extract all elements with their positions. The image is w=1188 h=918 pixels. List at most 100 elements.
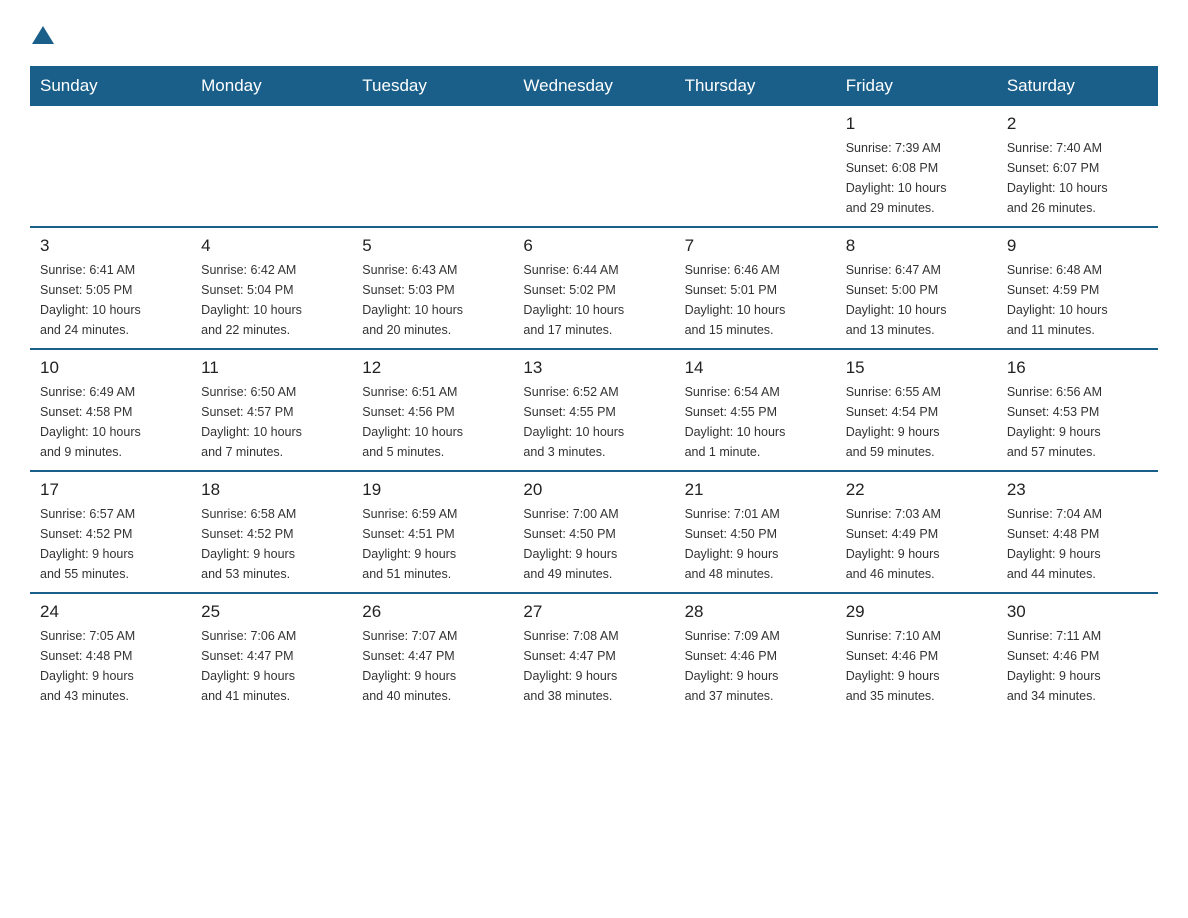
calendar-cell: 27 Sunrise: 7:08 AMSunset: 4:47 PMDayligh… — [513, 593, 674, 714]
calendar-cell: 10 Sunrise: 6:49 AMSunset: 4:58 PMDayligh… — [30, 349, 191, 471]
calendar-cell: 11 Sunrise: 6:50 AMSunset: 4:57 PMDayligh… — [191, 349, 352, 471]
day-number: 30 — [1007, 602, 1148, 622]
day-number: 19 — [362, 480, 503, 500]
calendar-cell: 15 Sunrise: 6:55 AMSunset: 4:54 PMDayligh… — [836, 349, 997, 471]
calendar-cell: 17 Sunrise: 6:57 AMSunset: 4:52 PMDayligh… — [30, 471, 191, 593]
day-number: 17 — [40, 480, 181, 500]
day-header-wednesday: Wednesday — [513, 66, 674, 106]
day-number: 27 — [523, 602, 664, 622]
calendar-cell: 13 Sunrise: 6:52 AMSunset: 4:55 PMDayligh… — [513, 349, 674, 471]
day-number: 18 — [201, 480, 342, 500]
header — [30, 20, 1158, 46]
day-info: Sunrise: 6:41 AMSunset: 5:05 PMDaylight:… — [40, 260, 181, 340]
day-number: 5 — [362, 236, 503, 256]
day-info: Sunrise: 6:44 AMSunset: 5:02 PMDaylight:… — [523, 260, 664, 340]
calendar-cell: 18 Sunrise: 6:58 AMSunset: 4:52 PMDayligh… — [191, 471, 352, 593]
calendar-header-row: SundayMondayTuesdayWednesdayThursdayFrid… — [30, 66, 1158, 106]
calendar-cell: 28 Sunrise: 7:09 AMSunset: 4:46 PMDayligh… — [675, 593, 836, 714]
day-info: Sunrise: 6:57 AMSunset: 4:52 PMDaylight:… — [40, 504, 181, 584]
day-number: 29 — [846, 602, 987, 622]
logo — [30, 20, 54, 46]
day-info: Sunrise: 6:46 AMSunset: 5:01 PMDaylight:… — [685, 260, 826, 340]
day-number: 10 — [40, 358, 181, 378]
day-number: 4 — [201, 236, 342, 256]
day-info: Sunrise: 6:51 AMSunset: 4:56 PMDaylight:… — [362, 382, 503, 462]
day-number: 23 — [1007, 480, 1148, 500]
day-number: 6 — [523, 236, 664, 256]
calendar-week-row: 24Sunrise: 7:05 AMSunset: 4:48 PMDayligh… — [30, 593, 1158, 714]
day-info: Sunrise: 7:05 AMSunset: 4:48 PMDaylight:… — [40, 626, 181, 706]
calendar-cell: 3 Sunrise: 6:41 AMSunset: 5:05 PMDaylight… — [30, 227, 191, 349]
calendar-cell: 16Sunrise: 6:56 AMSunset: 4:53 PMDayligh… — [997, 349, 1158, 471]
calendar-cell: 7 Sunrise: 6:46 AMSunset: 5:01 PMDaylight… — [675, 227, 836, 349]
day-number: 28 — [685, 602, 826, 622]
calendar-cell: 24Sunrise: 7:05 AMSunset: 4:48 PMDayligh… — [30, 593, 191, 714]
day-info: Sunrise: 7:04 AMSunset: 4:48 PMDaylight:… — [1007, 504, 1148, 584]
day-number: 26 — [362, 602, 503, 622]
day-info: Sunrise: 6:58 AMSunset: 4:52 PMDaylight:… — [201, 504, 342, 584]
day-info: Sunrise: 7:01 AMSunset: 4:50 PMDaylight:… — [685, 504, 826, 584]
calendar-cell — [30, 106, 191, 227]
day-number: 1 — [846, 114, 987, 134]
day-info: Sunrise: 7:07 AMSunset: 4:47 PMDaylight:… — [362, 626, 503, 706]
day-number: 22 — [846, 480, 987, 500]
calendar-cell — [352, 106, 513, 227]
day-header-sunday: Sunday — [30, 66, 191, 106]
calendar-week-row: 10 Sunrise: 6:49 AMSunset: 4:58 PMDayligh… — [30, 349, 1158, 471]
day-number: 25 — [201, 602, 342, 622]
calendar-cell: 29 Sunrise: 7:10 AMSunset: 4:46 PMDayligh… — [836, 593, 997, 714]
day-number: 7 — [685, 236, 826, 256]
calendar-cell — [675, 106, 836, 227]
day-number: 21 — [685, 480, 826, 500]
day-info: Sunrise: 7:39 AMSunset: 6:08 PMDaylight:… — [846, 138, 987, 218]
day-info: Sunrise: 6:59 AMSunset: 4:51 PMDaylight:… — [362, 504, 503, 584]
calendar-cell: 2 Sunrise: 7:40 AMSunset: 6:07 PMDaylight… — [997, 106, 1158, 227]
day-header-monday: Monday — [191, 66, 352, 106]
day-header-friday: Friday — [836, 66, 997, 106]
day-info: Sunrise: 6:43 AMSunset: 5:03 PMDaylight:… — [362, 260, 503, 340]
day-number: 15 — [846, 358, 987, 378]
calendar-cell: 30 Sunrise: 7:11 AMSunset: 4:46 PMDayligh… — [997, 593, 1158, 714]
calendar-cell: 22Sunrise: 7:03 AMSunset: 4:49 PMDayligh… — [836, 471, 997, 593]
day-info: Sunrise: 7:08 AMSunset: 4:47 PMDaylight:… — [523, 626, 664, 706]
day-info: Sunrise: 7:00 AMSunset: 4:50 PMDaylight:… — [523, 504, 664, 584]
day-info: Sunrise: 6:47 AMSunset: 5:00 PMDaylight:… — [846, 260, 987, 340]
calendar-week-row: 17 Sunrise: 6:57 AMSunset: 4:52 PMDayligh… — [30, 471, 1158, 593]
calendar-cell: 14 Sunrise: 6:54 AMSunset: 4:55 PMDayligh… — [675, 349, 836, 471]
day-info: Sunrise: 6:55 AMSunset: 4:54 PMDaylight:… — [846, 382, 987, 462]
calendar-cell: 12 Sunrise: 6:51 AMSunset: 4:56 PMDayligh… — [352, 349, 513, 471]
calendar-cell: 6 Sunrise: 6:44 AMSunset: 5:02 PMDaylight… — [513, 227, 674, 349]
day-info: Sunrise: 6:48 AMSunset: 4:59 PMDaylight:… — [1007, 260, 1148, 340]
calendar-week-row: 1 Sunrise: 7:39 AMSunset: 6:08 PMDaylight… — [30, 106, 1158, 227]
day-number: 13 — [523, 358, 664, 378]
calendar-cell: 23 Sunrise: 7:04 AMSunset: 4:48 PMDayligh… — [997, 471, 1158, 593]
day-info: Sunrise: 7:10 AMSunset: 4:46 PMDaylight:… — [846, 626, 987, 706]
day-info: Sunrise: 6:52 AMSunset: 4:55 PMDaylight:… — [523, 382, 664, 462]
day-number: 8 — [846, 236, 987, 256]
calendar-cell: 19 Sunrise: 6:59 AMSunset: 4:51 PMDayligh… — [352, 471, 513, 593]
calendar-cell: 20 Sunrise: 7:00 AMSunset: 4:50 PMDayligh… — [513, 471, 674, 593]
day-header-tuesday: Tuesday — [352, 66, 513, 106]
day-number: 12 — [362, 358, 503, 378]
day-number: 9 — [1007, 236, 1148, 256]
calendar-table: SundayMondayTuesdayWednesdayThursdayFrid… — [30, 66, 1158, 714]
calendar-cell: 4 Sunrise: 6:42 AMSunset: 5:04 PMDaylight… — [191, 227, 352, 349]
day-number: 3 — [40, 236, 181, 256]
calendar-cell: 25Sunrise: 7:06 AMSunset: 4:47 PMDayligh… — [191, 593, 352, 714]
calendar-cell — [513, 106, 674, 227]
day-number: 2 — [1007, 114, 1148, 134]
day-info: Sunrise: 7:09 AMSunset: 4:46 PMDaylight:… — [685, 626, 826, 706]
day-info: Sunrise: 6:56 AMSunset: 4:53 PMDaylight:… — [1007, 382, 1148, 462]
calendar-cell: 9 Sunrise: 6:48 AMSunset: 4:59 PMDaylight… — [997, 227, 1158, 349]
calendar-week-row: 3 Sunrise: 6:41 AMSunset: 5:05 PMDaylight… — [30, 227, 1158, 349]
day-info: Sunrise: 6:49 AMSunset: 4:58 PMDaylight:… — [40, 382, 181, 462]
day-info: Sunrise: 6:50 AMSunset: 4:57 PMDaylight:… — [201, 382, 342, 462]
day-info: Sunrise: 6:42 AMSunset: 5:04 PMDaylight:… — [201, 260, 342, 340]
day-info: Sunrise: 7:11 AMSunset: 4:46 PMDaylight:… — [1007, 626, 1148, 706]
day-info: Sunrise: 7:40 AMSunset: 6:07 PMDaylight:… — [1007, 138, 1148, 218]
day-number: 14 — [685, 358, 826, 378]
day-info: Sunrise: 6:54 AMSunset: 4:55 PMDaylight:… — [685, 382, 826, 462]
day-number: 11 — [201, 358, 342, 378]
day-number: 20 — [523, 480, 664, 500]
calendar-cell: 8 Sunrise: 6:47 AMSunset: 5:00 PMDaylight… — [836, 227, 997, 349]
